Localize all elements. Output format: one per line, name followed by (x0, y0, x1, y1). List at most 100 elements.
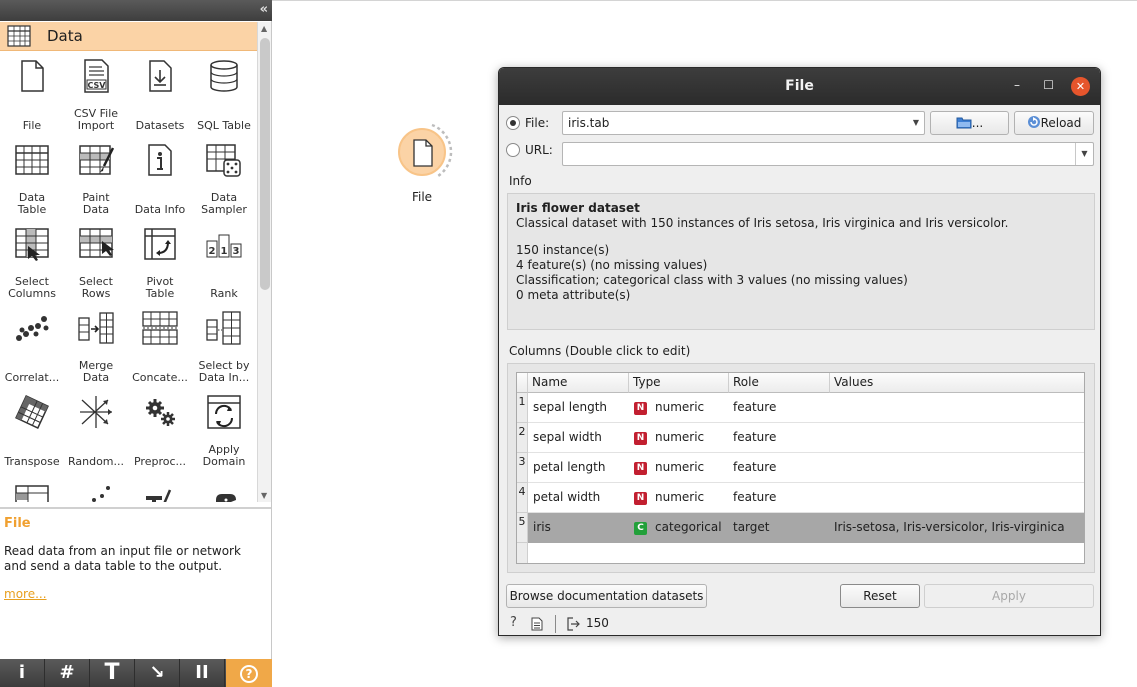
columns-table[interactable]: Name Type Role Values 1 sepal length Nnu… (516, 372, 1085, 564)
scrollbar-thumb[interactable] (260, 38, 270, 290)
widget-datasets[interactable]: Datasets (128, 52, 192, 136)
widget-data-sampler[interactable]: Data Sampler (192, 136, 256, 220)
dialog-titlebar[interactable]: File – ☐ ✕ (499, 68, 1100, 105)
cell-role[interactable]: feature (729, 423, 830, 453)
cell-name[interactable]: petal width (528, 483, 629, 513)
arrow-annotation-button[interactable]: ↘ (135, 659, 180, 687)
widget-partial-text[interactable] (128, 472, 192, 502)
scroll-up-icon[interactable]: ▲ (261, 24, 267, 33)
dataset-description: Classical dataset with 150 instances of … (516, 216, 1009, 230)
widget-partial-python[interactable] (192, 472, 256, 502)
widget-select-rows[interactable]: Select Rows (64, 220, 128, 304)
widget-concatenate[interactable]: Concate... (128, 304, 192, 388)
help-question-icon[interactable]: ? (510, 615, 517, 630)
status-bar: ? 150 (499, 611, 1100, 635)
cell-type[interactable]: Nnumeric (629, 423, 729, 453)
info-features: 4 feature(s) (no missing values) (516, 258, 708, 272)
cell-name[interactable]: sepal width (528, 423, 629, 453)
browse-button[interactable]: ... (930, 111, 1009, 135)
cell-values[interactable] (830, 483, 1084, 513)
cell-values[interactable] (830, 393, 1084, 423)
widget-apply-domain[interactable]: Apply Domain (192, 388, 256, 472)
cell-role[interactable]: feature (729, 393, 830, 423)
widget-rank[interactable]: 2 1 3 Rank (192, 220, 256, 304)
table-row-selected[interactable]: 5 iris Ccategorical target Iris-setosa, … (517, 513, 1084, 543)
pause-button[interactable]: II (180, 659, 225, 687)
cell-name[interactable]: petal length (528, 453, 629, 483)
widget-preprocess[interactable]: Preproc... (128, 388, 192, 472)
widget-csv-file-import[interactable]: CSV CSV File Import (64, 52, 128, 136)
close-icon[interactable]: ✕ (1071, 77, 1090, 96)
browse-documentation-datasets-button[interactable]: Browse documentation datasets (506, 584, 707, 608)
text-annotation-button[interactable]: T (90, 659, 135, 687)
widget-transpose[interactable]: Transpose (0, 388, 64, 472)
url-radio[interactable] (506, 143, 520, 157)
file-combo[interactable]: iris.tab ▼ (562, 111, 925, 135)
widget-select-columns[interactable]: Select Columns (0, 220, 64, 304)
select-columns-icon (15, 228, 49, 261)
cell-name[interactable]: iris (528, 513, 629, 543)
cell-values[interactable] (830, 453, 1084, 483)
cell-values[interactable]: Iris-setosa, Iris-versicolor, Iris-virgi… (830, 513, 1084, 543)
widget-file[interactable]: File (0, 52, 64, 136)
widget-randomize[interactable]: Random... (64, 388, 128, 472)
cell-role[interactable]: target (729, 513, 830, 543)
column-header-role[interactable]: Role (729, 373, 830, 393)
widget-data-info[interactable]: Data Info (128, 136, 192, 220)
row-number: 3 (517, 453, 528, 483)
cell-role[interactable]: feature (729, 483, 830, 513)
toolbox-scrollbar[interactable]: ▲ ▼ (257, 22, 271, 502)
widget-pivot-table[interactable]: Pivot Table (128, 220, 192, 304)
column-header-type[interactable]: Type (629, 373, 729, 393)
widget-data-table[interactable]: Data Table (0, 136, 64, 220)
maximize-icon[interactable]: ☐ (1043, 78, 1054, 92)
category-header-data[interactable]: Data (0, 22, 257, 51)
table-row[interactable]: 3 petal length Nnumeric feature (517, 453, 1084, 483)
reload-button[interactable]: Reload (1014, 111, 1094, 135)
chevron-down-icon[interactable]: ▼ (1075, 143, 1093, 165)
file-node-label[interactable]: File (395, 190, 449, 204)
widget-label: Apply Domain (202, 443, 246, 468)
widget-label: Datasets (135, 119, 185, 132)
cell-role[interactable]: feature (729, 453, 830, 483)
file-combo-value: iris.tab (568, 116, 610, 130)
info-button[interactable]: i (0, 659, 45, 687)
scroll-down-icon[interactable]: ▼ (261, 491, 267, 500)
info-heading: Info (509, 174, 532, 188)
widget-partial-scatter[interactable] (64, 472, 128, 502)
table-row[interactable]: 2 sepal width Nnumeric feature (517, 423, 1084, 453)
file-icon (21, 60, 44, 92)
widget-correlations[interactable]: Correlat... (0, 304, 64, 388)
help-more-link[interactable]: more... (4, 587, 47, 601)
grid-button[interactable]: # (45, 659, 90, 687)
widget-merge-data[interactable]: Merge Data (64, 304, 128, 388)
widget-paint-data[interactable]: Paint Data (64, 136, 128, 220)
info-classification: Classification; categorical class with 3… (516, 273, 908, 287)
widget-label: Select Columns (8, 275, 56, 300)
cell-type[interactable]: Ccategorical (629, 513, 729, 543)
cell-type[interactable]: Nnumeric (629, 453, 729, 483)
report-document-icon[interactable] (531, 617, 543, 631)
minimize-icon[interactable]: – (1014, 78, 1020, 92)
widget-sql-table[interactable]: SQL Table (192, 52, 256, 136)
widget-label: CSV File Import (73, 107, 119, 132)
file-radio[interactable] (506, 116, 520, 130)
column-header-values[interactable]: Values (830, 373, 1084, 393)
cell-values[interactable] (830, 423, 1084, 453)
collapse-toolbox-button[interactable]: « (260, 2, 268, 18)
file-node[interactable] (398, 128, 446, 176)
apply-button[interactable]: Apply (924, 584, 1094, 608)
table-row[interactable]: 4 petal width Nnumeric feature (517, 483, 1084, 513)
table-row[interactable]: 1 sepal length Nnumeric feature (517, 393, 1084, 423)
status-divider (555, 615, 556, 633)
cell-name[interactable]: sepal length (528, 393, 629, 423)
cell-type[interactable]: Nnumeric (629, 393, 729, 423)
url-input[interactable]: ▼ (562, 142, 1094, 166)
cell-type[interactable]: Nnumeric (629, 483, 729, 513)
widget-label: SQL Table (197, 119, 251, 132)
widget-partial-table[interactable] (0, 472, 64, 502)
reset-button[interactable]: Reset (840, 584, 920, 608)
help-button[interactable]: ? (226, 659, 272, 687)
widget-select-by-data-index[interactable]: Select by Data In... (192, 304, 256, 388)
column-header-name[interactable]: Name (528, 373, 629, 393)
